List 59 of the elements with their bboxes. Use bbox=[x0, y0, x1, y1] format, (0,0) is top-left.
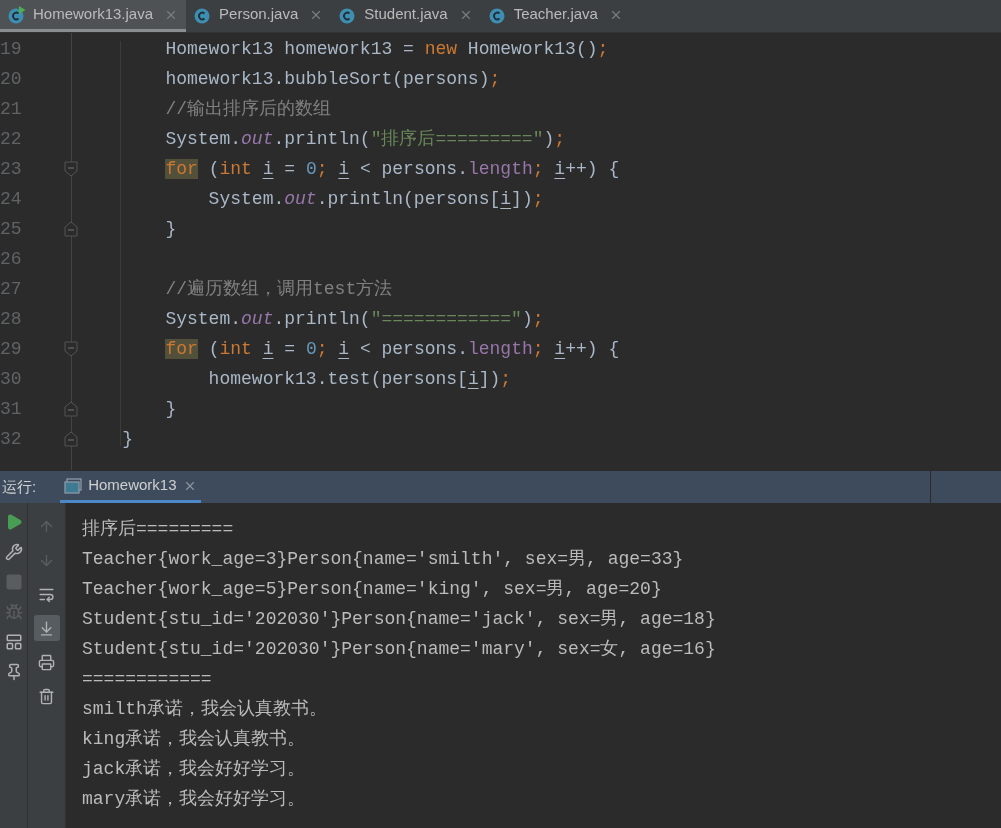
wrench-icon[interactable] bbox=[4, 543, 23, 561]
line-number: 19 bbox=[0, 37, 23, 61]
line-number: 29 bbox=[0, 337, 23, 361]
code-line: } bbox=[121, 427, 133, 451]
console-line: mary承诺，我会好好学习。 bbox=[82, 788, 307, 811]
tab-label: Teacher.java bbox=[513, 4, 598, 25]
console-line: Teacher{work_age=3}Person{name='smilth', sex=男, age=33} bbox=[82, 548, 685, 571]
code-line: homework13.bubbleSort(persons); bbox=[164, 67, 501, 91]
tab-label: Homework13.java bbox=[33, 4, 154, 25]
window-icon bbox=[64, 477, 83, 494]
trash-icon bbox=[38, 687, 55, 705]
run-label: 运行: bbox=[1, 476, 38, 497]
fold-icon[interactable] bbox=[64, 161, 78, 177]
console-line: jack承诺，我会好好学习。 bbox=[82, 758, 307, 781]
line-number: 26 bbox=[0, 247, 23, 271]
line-number: 32 bbox=[0, 427, 23, 451]
code-line: System.out.println("排序后========="); bbox=[164, 127, 566, 151]
code-line: } bbox=[164, 397, 177, 421]
layout-icon[interactable] bbox=[4, 633, 23, 651]
tab-label: Homework13 bbox=[88, 475, 177, 496]
code-line: homework13.test(persons[i]); bbox=[207, 367, 512, 391]
console-line: ============ bbox=[82, 668, 213, 691]
fold-end-icon[interactable] bbox=[64, 401, 78, 417]
console-line: king承诺，我会认真教书。 bbox=[82, 728, 307, 751]
code-line: //输出排序后的数组 bbox=[164, 97, 332, 121]
code-line: System.out.println("============"); bbox=[164, 307, 544, 331]
console-line: Teacher{work_age=5}Person{name='king', sex=男, age=20} bbox=[82, 578, 663, 601]
code-line: for (int i = 0; i < persons.length; i++) { bbox=[164, 337, 620, 361]
console-line: 排序后========= bbox=[82, 518, 235, 541]
editor-tab[interactable]: Person.java bbox=[186, 0, 332, 32]
fold-end-icon[interactable] bbox=[64, 431, 78, 447]
scroll-to-end-icon bbox=[38, 619, 55, 637]
code-line: //遍历数组，调用test方法 bbox=[164, 277, 393, 301]
line-number: 27 bbox=[0, 277, 23, 301]
line-number: 30 bbox=[0, 367, 23, 391]
scroll-to-end-button[interactable] bbox=[33, 615, 60, 641]
editor-tab[interactable]: Teacher.java bbox=[480, 0, 631, 32]
editor-tab[interactable]: Student.java bbox=[331, 0, 481, 32]
line-number: 21 bbox=[0, 97, 23, 121]
line-number: 25 bbox=[0, 217, 23, 241]
tab-label: Student.java bbox=[364, 4, 448, 25]
fold-end-icon[interactable] bbox=[64, 221, 78, 237]
code-line: for (int i = 0; i < persons.length; i++) { bbox=[164, 157, 620, 181]
line-number: 31 bbox=[0, 397, 23, 421]
line-number: 22 bbox=[0, 127, 23, 151]
printer-icon bbox=[38, 653, 55, 671]
code-line: Homework13 homework13 = new Homework13(); bbox=[164, 37, 609, 61]
line-number: 28 bbox=[0, 307, 23, 331]
tab-label: Person.java bbox=[219, 4, 299, 25]
line-number: 23 bbox=[0, 157, 23, 181]
line-number: 24 bbox=[0, 187, 23, 211]
console-line: smilth承诺，我会认真教书。 bbox=[82, 698, 328, 721]
line-number: 20 bbox=[0, 67, 23, 91]
fold-icon[interactable] bbox=[64, 341, 78, 357]
code-line: } bbox=[164, 217, 177, 241]
console-line: Student{stu_id='202030'}Person{name='jack', sex=男, age=18} bbox=[82, 608, 717, 631]
code-line: System.out.println(persons[i]); bbox=[207, 187, 544, 211]
editor-tab[interactable]: Homework13.java bbox=[0, 0, 187, 32]
console-line: Student{stu_id='202030'}Person{name='mary', sex=女, age=16} bbox=[82, 638, 717, 661]
